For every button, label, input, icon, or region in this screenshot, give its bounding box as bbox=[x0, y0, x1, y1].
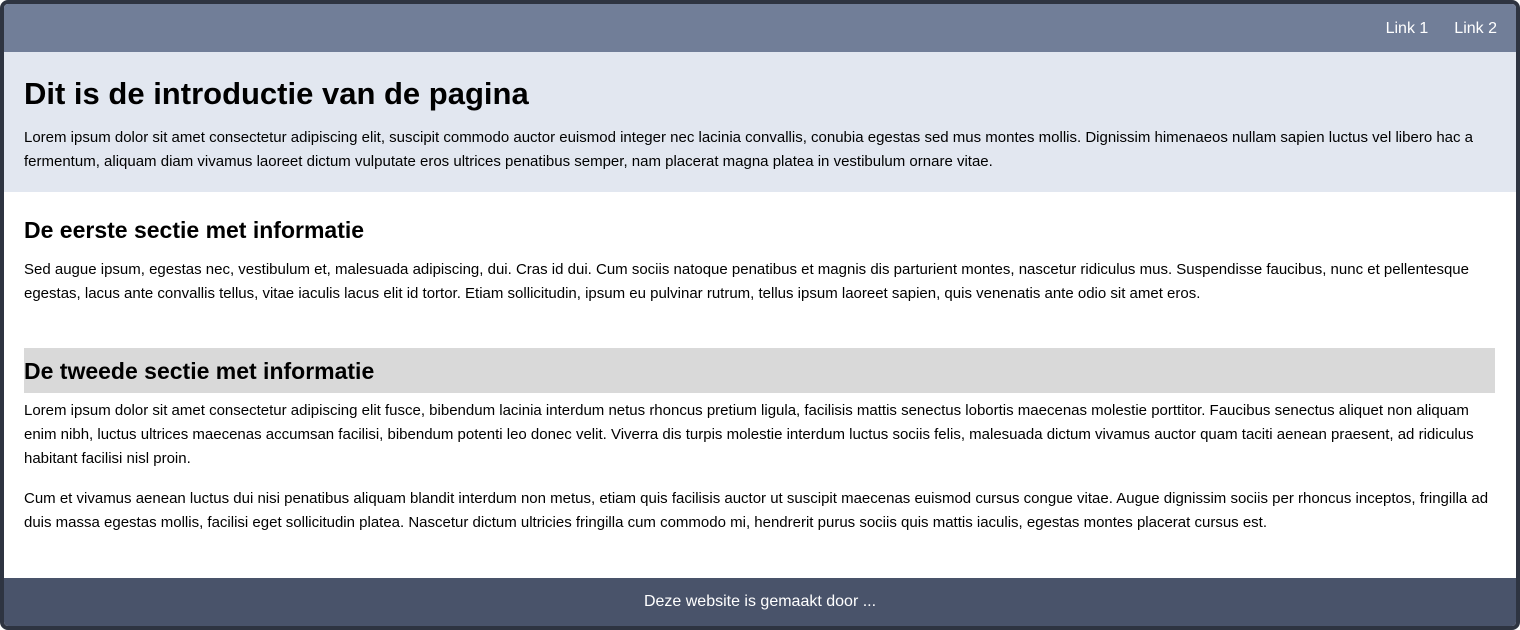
second-section-title: De tweede sectie met informatie bbox=[24, 358, 375, 384]
intro-section: Dit is de introductie van de pagina Lore… bbox=[4, 52, 1516, 192]
first-section: De eerste sectie met informatie Sed augu… bbox=[24, 214, 1496, 306]
top-navigation: Link 1 Link 2 bbox=[4, 4, 1516, 52]
second-section: De tweede sectie met informatie Lorem ip… bbox=[24, 348, 1496, 535]
first-section-title: De eerste sectie met informatie bbox=[24, 217, 365, 243]
nav-link-2[interactable]: Link 2 bbox=[1454, 19, 1497, 39]
intro-text: Lorem ipsum dolor sit amet consectetur a… bbox=[24, 129, 1474, 170]
page-frame: Link 1 Link 2 Dit is de introductie van … bbox=[0, 0, 1520, 630]
page-title: Dit is de introductie van de pagina bbox=[24, 76, 529, 111]
footer: Deze website is gemaakt door ... bbox=[4, 578, 1516, 626]
second-section-paragraph-2: Cum et vivamus aenean luctus dui nisi pe… bbox=[24, 490, 1489, 531]
first-section-text: Sed augue ipsum, egestas nec, vestibulum… bbox=[24, 261, 1469, 302]
footer-text: Deze website is gemaakt door ... bbox=[643, 593, 877, 610]
second-section-paragraph-1: Lorem ipsum dolor sit amet consectetur a… bbox=[24, 402, 1474, 467]
second-section-heading-bar: De tweede sectie met informatie bbox=[24, 348, 1495, 393]
nav-link-1[interactable]: Link 1 bbox=[1386, 19, 1429, 39]
nav-links: Link 1 Link 2 bbox=[1386, 19, 1497, 39]
